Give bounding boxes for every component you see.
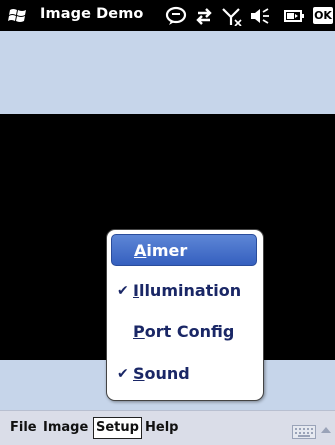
no-signal-icon[interactable] <box>221 6 243 26</box>
connectivity-arrows-icon[interactable] <box>194 6 214 26</box>
menu-setup[interactable]: Setup <box>93 417 142 439</box>
keyboard-icon[interactable] <box>292 425 316 439</box>
checkmark-icon: ✔ <box>117 283 129 299</box>
battery-icon[interactable] <box>282 6 306 26</box>
menu-item-label: Sound <box>133 364 190 383</box>
menu-image[interactable]: Image <box>41 417 90 439</box>
ok-button[interactable]: OK <box>313 7 333 24</box>
checkmark-icon: ✔ <box>117 366 129 382</box>
menu-item-label: Port Config <box>133 322 235 341</box>
menu-item-sound[interactable]: ✔ Sound <box>111 358 257 390</box>
menu-item-port-config[interactable]: Port Config <box>111 316 257 348</box>
menu-item-aimer[interactable]: Aimer <box>111 234 257 266</box>
menu-item-label: Aimer <box>134 241 188 260</box>
menu-item-label: Illumination <box>133 281 242 300</box>
up-arrow-icon[interactable] <box>320 425 332 435</box>
app-title: Image Demo <box>40 6 144 22</box>
menu-help[interactable]: Help <box>143 417 180 439</box>
top-panel <box>0 31 335 114</box>
windows-flag-icon[interactable] <box>8 7 28 25</box>
title-bar: Image Demo OK <box>0 0 335 31</box>
menu-item-illumination[interactable]: ✔ Illumination <box>111 275 257 307</box>
menu-file[interactable]: File <box>8 417 39 439</box>
volume-icon[interactable] <box>249 6 271 26</box>
setup-popup-menu: Aimer ✔ Illumination Port Config ✔ Sound <box>106 229 264 401</box>
menu-bar: File Image Setup Help <box>0 410 335 445</box>
chat-bubble-icon[interactable] <box>165 6 187 26</box>
